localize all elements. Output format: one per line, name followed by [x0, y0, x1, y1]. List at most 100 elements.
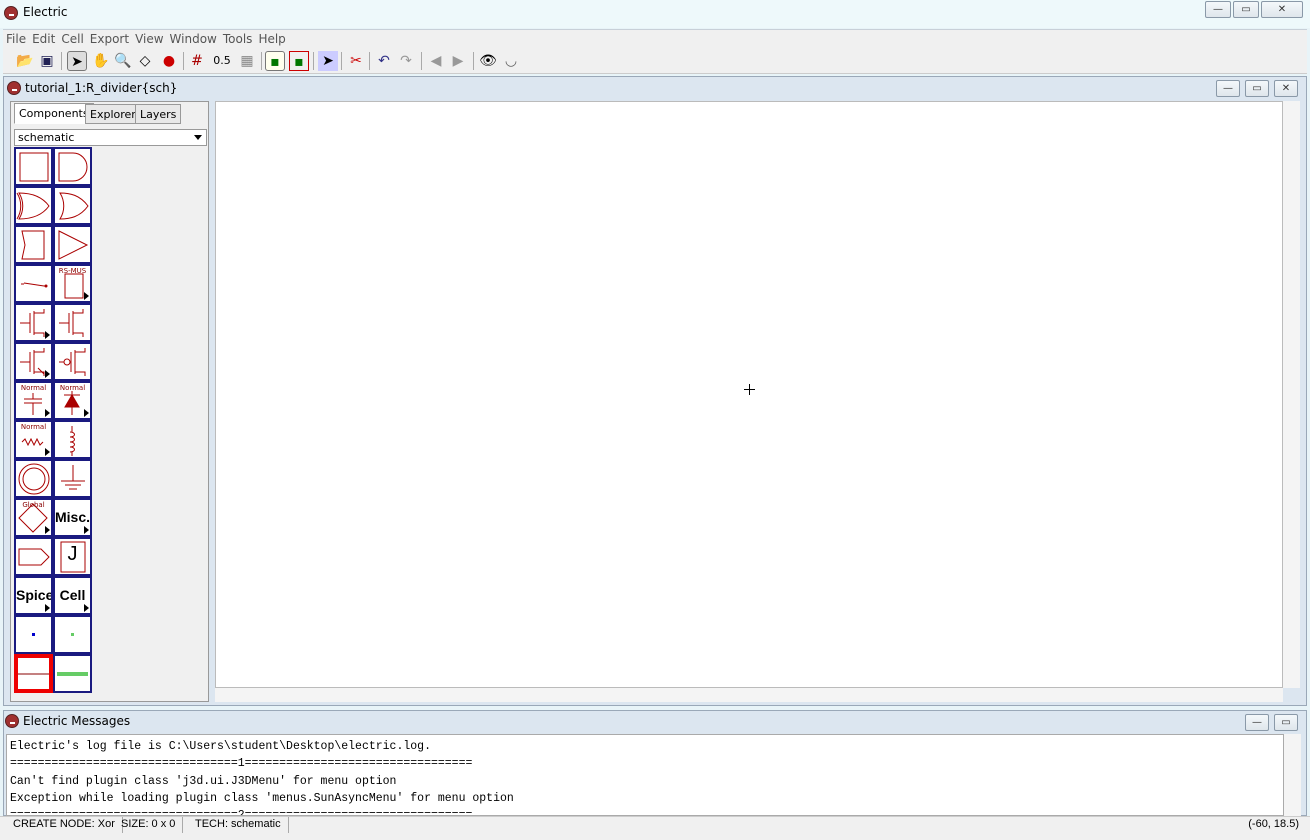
- palette-label: Normal: [59, 384, 86, 392]
- palette-text-box[interactable]: J: [53, 537, 92, 576]
- ground-icon: [61, 465, 85, 490]
- palette-label: RS-MUS: [58, 267, 87, 275]
- tab-layers[interactable]: Layers: [135, 104, 182, 124]
- tab-explorer[interactable]: Explorer: [85, 104, 141, 124]
- pmos-icon: [59, 348, 86, 376]
- save-icon[interactable]: ▣: [37, 51, 57, 71]
- submenu-triangle-icon: [45, 370, 50, 378]
- grid-icon[interactable]: #: [187, 51, 207, 71]
- offpage-icon: [18, 548, 50, 566]
- menu-file[interactable]: File: [3, 30, 29, 48]
- messages-log[interactable]: Electric's log file is C:\Users\student\…: [6, 734, 1284, 816]
- palette-text[interactable]: Spice: [14, 576, 53, 615]
- bus-arc-icon: [16, 656, 51, 691]
- xor-icon: [59, 192, 89, 220]
- redo-icon[interactable]: ↷: [396, 51, 416, 71]
- canvas-horizontal-scrollbar[interactable]: [215, 688, 1283, 702]
- hide-icon[interactable]: ◡: [501, 51, 521, 71]
- msg-maximize-button[interactable]: ▭: [1274, 714, 1298, 731]
- window-title: Electric: [23, 5, 68, 19]
- chevron-down-icon: [194, 135, 202, 140]
- special-select-icon[interactable]: ➤: [318, 51, 338, 71]
- palette-wire-pin[interactable]: [53, 615, 92, 654]
- status-bar: CREATE NODE: Xor SIZE: 0 x 0 TECH: schem…: [0, 816, 1310, 840]
- palette-pmos4[interactable]: [14, 342, 53, 381]
- log-line: Electric's log file is C:\Users\student\…: [10, 740, 431, 753]
- doc-close-button[interactable]: ✕: [1274, 80, 1298, 97]
- menu-window[interactable]: Window: [167, 30, 220, 48]
- forward-arrow-icon[interactable]: ▶: [448, 51, 468, 71]
- messages-scrollbar[interactable]: [1284, 734, 1301, 816]
- submenu-triangle-icon: [84, 409, 89, 417]
- menu-cell[interactable]: Cell: [58, 30, 86, 48]
- click-zoom-wire-icon[interactable]: ▪: [265, 51, 285, 71]
- nmos2-icon: [59, 309, 84, 337]
- grid-size-icon[interactable]: ▦: [237, 51, 257, 71]
- tools-icon[interactable]: ✂: [346, 51, 366, 71]
- palette-inductor[interactable]: [53, 420, 92, 459]
- technology-select[interactable]: schematic: [14, 129, 207, 146]
- crosshair-icon-v: [749, 384, 750, 395]
- menu-tools[interactable]: Tools: [220, 30, 256, 48]
- palette-box[interactable]: [14, 147, 53, 186]
- tab-components[interactable]: Components: [14, 103, 94, 124]
- log-line: =================================1======…: [10, 757, 473, 771]
- doc-minimize-button[interactable]: —: [1216, 80, 1240, 97]
- palette-label: Misc.: [55, 509, 91, 525]
- toolbar: 📂 ▣ ➤ ✋ 🔍 ◇ ● # 0.5 ▦ ▪ ▪ ➤ ✂ ↶ ↷ ◀ ▶ 👁 …: [3, 47, 1307, 74]
- msg-minimize-button[interactable]: —: [1245, 714, 1269, 731]
- doc-maximize-button[interactable]: ▭: [1245, 80, 1269, 97]
- palette-buffer[interactable]: [53, 225, 92, 264]
- minimize-button[interactable]: —: [1205, 1, 1231, 18]
- close-button[interactable]: ✕: [1261, 1, 1303, 18]
- menu-view[interactable]: View: [132, 30, 166, 48]
- open-icon[interactable]: 📂: [15, 51, 35, 71]
- submenu-triangle-icon: [84, 526, 89, 534]
- select-arrow-icon[interactable]: ➤: [67, 51, 87, 71]
- palette-and[interactable]: [53, 147, 92, 186]
- palette-bus-arc[interactable]: [14, 654, 53, 693]
- palette-source[interactable]: [14, 459, 53, 498]
- palette-diode[interactable]: Normal: [53, 381, 92, 420]
- document-title: tutorial_1:R_divider{sch}: [25, 81, 178, 95]
- side-panel: Components Explorer Layers schematic RS-…: [10, 101, 209, 702]
- palette-xor[interactable]: [53, 186, 92, 225]
- pan-hand-icon[interactable]: ✋: [91, 51, 111, 71]
- palette-offpage[interactable]: [14, 537, 53, 576]
- palette-nmos[interactable]: [14, 303, 53, 342]
- palette-pmos[interactable]: [53, 342, 92, 381]
- undo-icon[interactable]: ↶: [374, 51, 394, 71]
- palette-bus-pin[interactable]: [14, 615, 53, 654]
- box-icon: [19, 152, 49, 182]
- status-coordinates: (-60, 18.5): [1248, 818, 1299, 830]
- palette-capacitor[interactable]: Normal: [14, 381, 53, 420]
- zoom-icon[interactable]: 🔍: [113, 51, 133, 71]
- submenu-triangle-icon: [45, 409, 50, 417]
- palette-or[interactable]: [14, 186, 53, 225]
- submenu-triangle-icon: [84, 604, 89, 612]
- outline-edit-icon[interactable]: ◇: [135, 51, 155, 71]
- grid-size-value[interactable]: 0.5: [210, 51, 234, 71]
- palette-rsmux[interactable]: RS-MUS: [53, 264, 92, 303]
- palette-switch[interactable]: [14, 264, 53, 303]
- log-line: Can't find plugin class 'j3d.ui.J3DMenu'…: [10, 774, 397, 788]
- palette-global[interactable]: Global: [14, 498, 53, 537]
- palette-ground[interactable]: [53, 459, 92, 498]
- canvas-vertical-scrollbar[interactable]: [1283, 101, 1300, 688]
- log-line: Exception while loading plugin class 'me…: [10, 791, 514, 805]
- schematic-canvas[interactable]: [215, 101, 1283, 688]
- palette-wire-arc[interactable]: [53, 654, 92, 693]
- full-zoom-icon[interactable]: ▪: [289, 51, 309, 71]
- menu-export[interactable]: Export: [87, 30, 132, 48]
- maximize-button[interactable]: ▭: [1233, 1, 1259, 18]
- palette-text[interactable]: Misc.: [53, 498, 92, 537]
- measure-icon[interactable]: ●: [159, 51, 179, 71]
- palette-resistor[interactable]: Normal: [14, 420, 53, 459]
- palette-nmos2[interactable]: [53, 303, 92, 342]
- show-icon[interactable]: 👁: [478, 51, 498, 71]
- palette-flipflop[interactable]: [14, 225, 53, 264]
- menu-help[interactable]: Help: [255, 30, 288, 48]
- menu-edit[interactable]: Edit: [29, 30, 58, 48]
- back-arrow-icon[interactable]: ◀: [426, 51, 446, 71]
- palette-text[interactable]: Cell: [53, 576, 92, 615]
